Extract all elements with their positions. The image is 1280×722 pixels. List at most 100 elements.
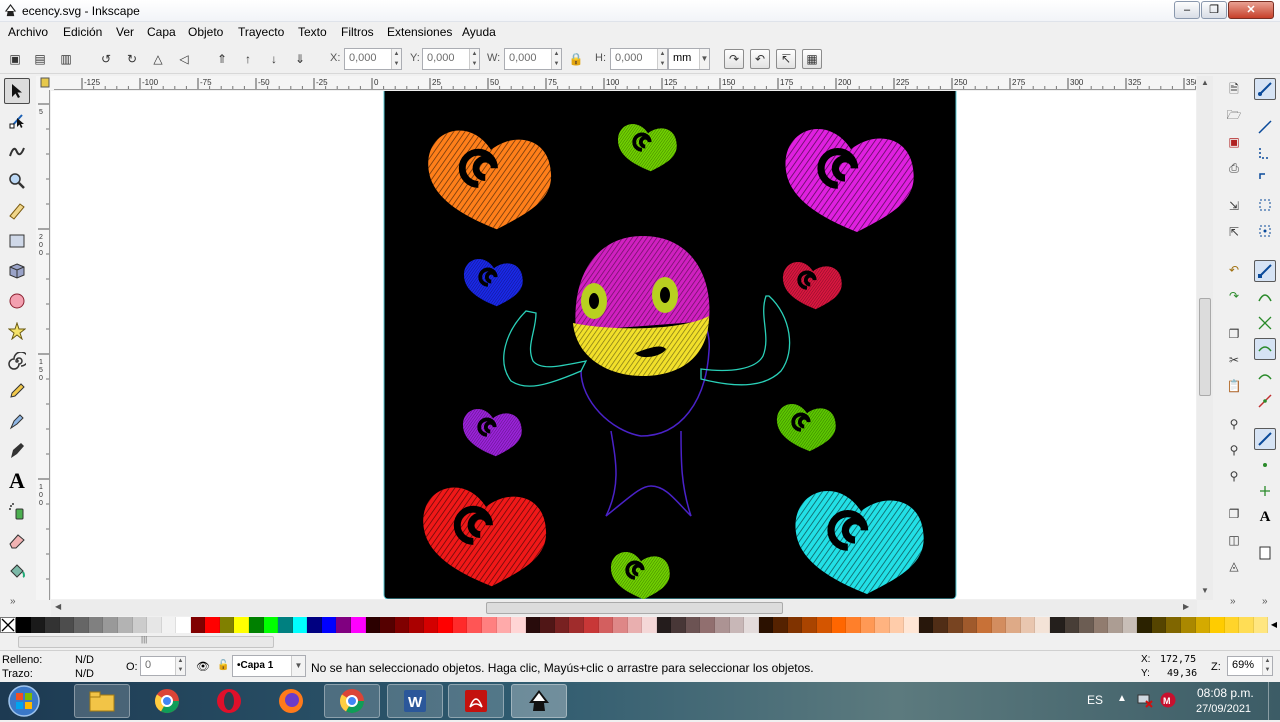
tray-expand-icon[interactable]: ▲ bbox=[1117, 693, 1127, 704]
undo-icon[interactable]: ↶ bbox=[1224, 260, 1244, 280]
menu-trayecto[interactable]: Trayecto bbox=[238, 25, 284, 39]
selector-tool-icon[interactable] bbox=[4, 78, 30, 104]
palette-swatch[interactable] bbox=[307, 617, 322, 633]
opacity-spin-arrows[interactable]: ▲ ▼ bbox=[175, 657, 185, 675]
palette-swatch[interactable] bbox=[234, 617, 249, 633]
close-button[interactable]: ✕ bbox=[1228, 1, 1274, 19]
inkscape-app-icon[interactable] bbox=[3, 3, 18, 18]
palette-swatch[interactable] bbox=[918, 617, 934, 633]
rotate-ccw-icon[interactable]: ↺ bbox=[96, 49, 116, 69]
no-paint-swatch[interactable] bbox=[0, 617, 16, 633]
palette-swatch[interactable] bbox=[583, 617, 599, 633]
palette-swatch[interactable] bbox=[889, 617, 905, 633]
scroll-up-icon[interactable]: ▲ bbox=[1201, 78, 1209, 87]
select-all-layers-icon[interactable]: ▤ bbox=[30, 49, 50, 69]
open-document-icon[interactable]: 🗁 bbox=[1224, 106, 1244, 126]
copy-icon[interactable]: ❐ bbox=[1224, 324, 1244, 344]
language-indicator[interactable]: ES bbox=[1087, 693, 1103, 707]
palette-swatch[interactable] bbox=[1122, 617, 1138, 633]
network-icon[interactable] bbox=[1137, 692, 1153, 708]
menu-capa[interactable]: Capa bbox=[147, 25, 176, 39]
clone-icon[interactable]: ◫ bbox=[1224, 530, 1244, 550]
snap-more-icon[interactable]: » bbox=[1262, 596, 1268, 607]
palette-swatch[interactable] bbox=[30, 617, 46, 633]
palette-swatch[interactable] bbox=[977, 617, 992, 633]
palette-swatch[interactable] bbox=[1064, 617, 1080, 633]
palette-swatch[interactable] bbox=[147, 617, 162, 633]
layer-lock-icon[interactable]: 🔓 bbox=[217, 660, 229, 671]
new-document-icon[interactable]: 🗎 bbox=[1224, 80, 1244, 100]
palette-swatch[interactable] bbox=[59, 617, 75, 633]
palette-swatch[interactable] bbox=[1108, 617, 1123, 633]
palette-swatch[interactable] bbox=[700, 617, 715, 633]
clock-time[interactable]: 08:08 p.m. bbox=[1197, 686, 1254, 700]
palette-swatch[interactable] bbox=[744, 617, 759, 633]
snap-bbox-corners-icon[interactable] bbox=[1254, 168, 1276, 190]
scale-stroke-icon[interactable]: ↷ bbox=[724, 49, 744, 69]
palette-swatch[interactable] bbox=[336, 617, 351, 633]
palette-swatch[interactable] bbox=[380, 617, 395, 633]
snap-paths-icon[interactable] bbox=[1254, 286, 1276, 308]
palette-swatch[interactable] bbox=[1093, 617, 1109, 633]
palette-swatch[interactable] bbox=[1137, 617, 1152, 633]
palette-swatch[interactable] bbox=[875, 617, 890, 633]
palette-swatch[interactable] bbox=[74, 617, 89, 633]
x-spin-arrows[interactable]: ▲ ▼ bbox=[391, 49, 401, 69]
taskbar-inkscape-icon[interactable] bbox=[511, 684, 567, 718]
ellipse-tool-icon[interactable] bbox=[4, 288, 30, 314]
taskbar-explorer-icon[interactable] bbox=[74, 684, 130, 718]
mcafee-icon[interactable]: M bbox=[1160, 692, 1176, 708]
palette-swatch[interactable] bbox=[831, 617, 847, 633]
flip-horizontal-icon[interactable]: △ bbox=[148, 49, 168, 69]
horizontal-ruler[interactable]: -125 -100 -75 -50 -25 0 25 50 75 100 125 150 175 200 2… bbox=[54, 76, 1196, 90]
palette-swatch[interactable] bbox=[1035, 617, 1050, 633]
palette-swatch[interactable] bbox=[249, 617, 264, 633]
pen-tool-icon[interactable] bbox=[4, 408, 30, 434]
palette-swatch[interactable] bbox=[671, 617, 686, 633]
3d-box-tool-icon[interactable] bbox=[4, 258, 30, 284]
taskbar-chrome-icon[interactable] bbox=[139, 684, 195, 718]
y-spin-arrows[interactable]: ▲ ▼ bbox=[469, 49, 479, 69]
taskbar-chrome-window-icon[interactable] bbox=[324, 684, 380, 718]
unlink-clone-icon[interactable]: ◬ bbox=[1224, 556, 1244, 576]
spray-tool-icon[interactable] bbox=[4, 498, 30, 524]
snap-bbox-icon[interactable] bbox=[1254, 116, 1276, 138]
horizontal-scrollbar[interactable]: ◀ ▶ bbox=[51, 600, 1197, 616]
w-spin-arrows[interactable]: ▲ ▼ bbox=[551, 49, 561, 69]
text-tool-icon[interactable]: A bbox=[4, 468, 30, 494]
menu-objeto[interactable]: Objeto bbox=[188, 25, 223, 39]
menu-ayuda[interactable]: Ayuda bbox=[462, 25, 496, 39]
zoom-page-icon[interactable]: ⚲ bbox=[1224, 466, 1244, 486]
measure-tool-icon[interactable] bbox=[4, 198, 30, 224]
star-tool-icon[interactable] bbox=[4, 318, 30, 344]
x-input[interactable]: 0,000 ▲ ▼ bbox=[344, 48, 402, 70]
palette-swatch[interactable] bbox=[278, 617, 293, 633]
zoom-spin-arrows[interactable]: ▲ ▼ bbox=[1262, 657, 1272, 675]
ruler-corner[interactable] bbox=[36, 76, 54, 90]
h-input[interactable]: 0,000 ▲ ▼ bbox=[610, 48, 668, 70]
scale-corners-icon[interactable]: ↶ bbox=[750, 49, 770, 69]
paint-bucket-tool-icon[interactable] bbox=[4, 558, 30, 584]
palette-swatch[interactable] bbox=[205, 617, 220, 633]
zoom-input[interactable]: 69% ▲ ▼ bbox=[1227, 656, 1273, 676]
palette-swatch[interactable] bbox=[715, 617, 730, 633]
palette-swatch[interactable] bbox=[758, 617, 774, 633]
palette-swatch[interactable] bbox=[1020, 617, 1036, 633]
palette-swatch[interactable] bbox=[511, 617, 526, 633]
import-icon[interactable]: ⇲ bbox=[1224, 196, 1244, 216]
export-icon[interactable]: ⇱ bbox=[1224, 222, 1244, 242]
commands-more-icon[interactable]: » bbox=[1230, 596, 1236, 607]
palette-swatch[interactable] bbox=[1195, 617, 1211, 633]
h-spin-arrows[interactable]: ▲ ▼ bbox=[657, 49, 667, 69]
raise-icon[interactable]: ↑ bbox=[238, 49, 258, 69]
lower-to-bottom-icon[interactable]: ⇓ bbox=[290, 49, 310, 69]
palette-swatch[interactable] bbox=[729, 617, 745, 633]
palette-swatch[interactable] bbox=[321, 617, 337, 633]
palette-swatch[interactable] bbox=[787, 617, 803, 633]
palette-swatch[interactable] bbox=[263, 617, 279, 633]
unit-select[interactable]: mm ▼ bbox=[668, 48, 710, 70]
palette-swatch[interactable] bbox=[554, 617, 570, 633]
palette-swatch[interactable] bbox=[190, 617, 206, 633]
palette-swatch[interactable] bbox=[176, 617, 191, 633]
snap-smooth-nodes-icon[interactable] bbox=[1254, 364, 1276, 386]
